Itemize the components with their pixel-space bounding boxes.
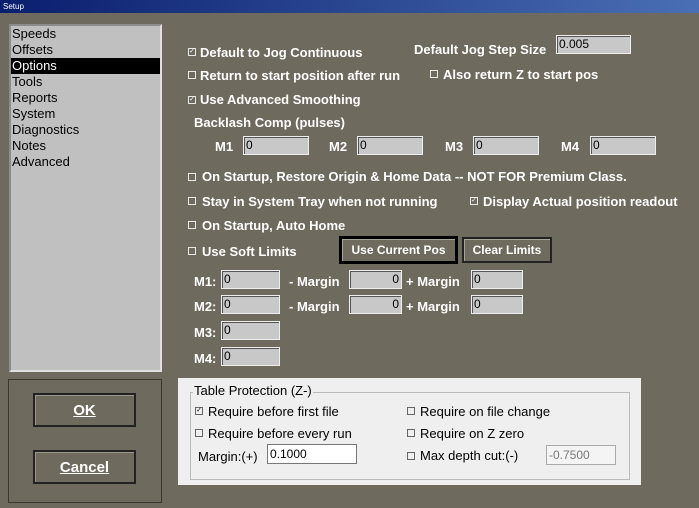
backlash-m4-input[interactable]: 0 xyxy=(590,136,656,155)
soft-limits-label: Use Soft Limits xyxy=(202,244,297,259)
sidebar-item-system[interactable]: System xyxy=(11,106,160,122)
return-start-checkbox[interactable] xyxy=(188,71,196,79)
settings-category-list[interactable]: Speeds Offsets Options Tools Reports Sys… xyxy=(9,24,162,372)
auto-home-label: On Startup, Auto Home xyxy=(202,218,346,233)
backlash-m3-label: M3 xyxy=(445,139,464,154)
every-run-label: Require before every run xyxy=(208,426,352,441)
first-file-label: Require before first file xyxy=(208,404,339,419)
adv-smoothing-checkbox[interactable]: ✓ xyxy=(188,96,196,104)
limit-m1-plus-input[interactable]: 0 xyxy=(471,270,523,289)
return-start-label: Return to start position after run xyxy=(200,68,401,83)
limit-m1-input[interactable]: 0 xyxy=(221,270,280,289)
backlash-m1-label: M1 xyxy=(215,139,234,154)
return-z-label: Also return Z to start pos xyxy=(443,67,599,82)
sidebar-item-options[interactable]: Options xyxy=(11,58,160,74)
max-depth-label: Max depth cut:(-) xyxy=(420,448,519,463)
backlash-m1-input[interactable]: 0 xyxy=(243,136,309,155)
window-title: Setup xyxy=(3,2,24,11)
minus-margin-label-1: - Margin xyxy=(289,274,340,289)
limit-m4-input[interactable]: 0 xyxy=(221,347,280,366)
file-change-label: Require on file change xyxy=(420,404,551,419)
limit-m2-label: M2: xyxy=(194,299,217,314)
minus-margin-label-2: - Margin xyxy=(289,299,340,314)
jog-continuous-label: Default to Jog Continuous xyxy=(200,45,363,60)
ok-button[interactable]: OK xyxy=(33,393,136,427)
limit-m2-input[interactable]: 0 xyxy=(221,295,280,314)
first-file-checkbox[interactable]: ✓ xyxy=(195,407,203,415)
max-depth-input[interactable]: -0.7500 xyxy=(546,445,616,465)
restore-origin-checkbox[interactable] xyxy=(188,173,196,181)
z-zero-label: Require on Z zero xyxy=(420,426,525,441)
z-zero-checkbox[interactable] xyxy=(407,429,415,437)
auto-home-checkbox[interactable] xyxy=(188,221,196,229)
display-actual-label: Display Actual position readout xyxy=(483,194,678,209)
table-protection-panel: Table Protection (Z-) ✓ Require before f… xyxy=(178,378,641,485)
backlash-m2-input[interactable]: 0 xyxy=(357,136,423,155)
backlash-label: Backlash Comp (pulses) xyxy=(194,115,345,130)
system-tray-label: Stay in System Tray when not running xyxy=(202,194,438,209)
sidebar-item-diagnostics[interactable]: Diagnostics xyxy=(11,122,160,138)
backlash-m2-label: M2 xyxy=(329,139,348,154)
soft-limits-checkbox[interactable] xyxy=(188,247,196,255)
cancel-button[interactable]: Cancel xyxy=(33,450,136,484)
window-title-bar: Setup xyxy=(0,0,699,13)
file-change-checkbox[interactable] xyxy=(407,407,415,415)
backlash-m4-label: M4 xyxy=(561,139,580,154)
clear-limits-button[interactable]: Clear Limits xyxy=(462,237,552,263)
restore-origin-label: On Startup, Restore Origin & Home Data -… xyxy=(202,169,627,184)
limit-m2-minus-input[interactable]: 0 xyxy=(349,295,402,314)
plus-margin-label-2: + Margin xyxy=(406,299,460,314)
sidebar-item-speeds[interactable]: Speeds xyxy=(11,26,160,42)
jog-step-input[interactable]: 0.005 xyxy=(556,35,631,54)
limit-m1-minus-input[interactable]: 0 xyxy=(349,270,402,289)
limit-m4-label: M4: xyxy=(194,351,217,366)
return-z-checkbox[interactable] xyxy=(430,70,438,78)
adv-smoothing-label: Use Advanced Smoothing xyxy=(200,92,361,107)
table-protection-title: Table Protection (Z-) xyxy=(193,383,313,398)
sidebar-item-advanced[interactable]: Advanced xyxy=(11,154,160,170)
margin-input[interactable]: 0.1000 xyxy=(267,444,357,464)
jog-continuous-checkbox[interactable]: ✓ xyxy=(188,48,196,56)
max-depth-checkbox[interactable] xyxy=(407,452,415,460)
limit-m1-label: M1: xyxy=(194,274,217,289)
plus-margin-label-1: + Margin xyxy=(406,274,460,289)
display-actual-checkbox[interactable]: ✓ xyxy=(470,197,478,205)
sidebar-item-tools[interactable]: Tools xyxy=(11,74,160,90)
limit-m3-label: M3: xyxy=(194,325,217,340)
limit-m2-plus-input[interactable]: 0 xyxy=(471,295,523,314)
margin-label: Margin:(+) xyxy=(198,449,258,464)
sidebar-item-reports[interactable]: Reports xyxy=(11,90,160,106)
sidebar-item-offsets[interactable]: Offsets xyxy=(11,42,160,58)
sidebar-item-notes[interactable]: Notes xyxy=(11,138,160,154)
every-run-checkbox[interactable] xyxy=(195,429,203,437)
limit-m3-input[interactable]: 0 xyxy=(221,321,280,340)
dialog-button-panel: OK Cancel xyxy=(8,379,162,503)
jog-step-label: Default Jog Step Size xyxy=(414,42,547,57)
backlash-m3-input[interactable]: 0 xyxy=(473,136,539,155)
use-current-pos-button[interactable]: Use Current Pos xyxy=(339,236,458,264)
system-tray-checkbox[interactable] xyxy=(188,197,196,205)
